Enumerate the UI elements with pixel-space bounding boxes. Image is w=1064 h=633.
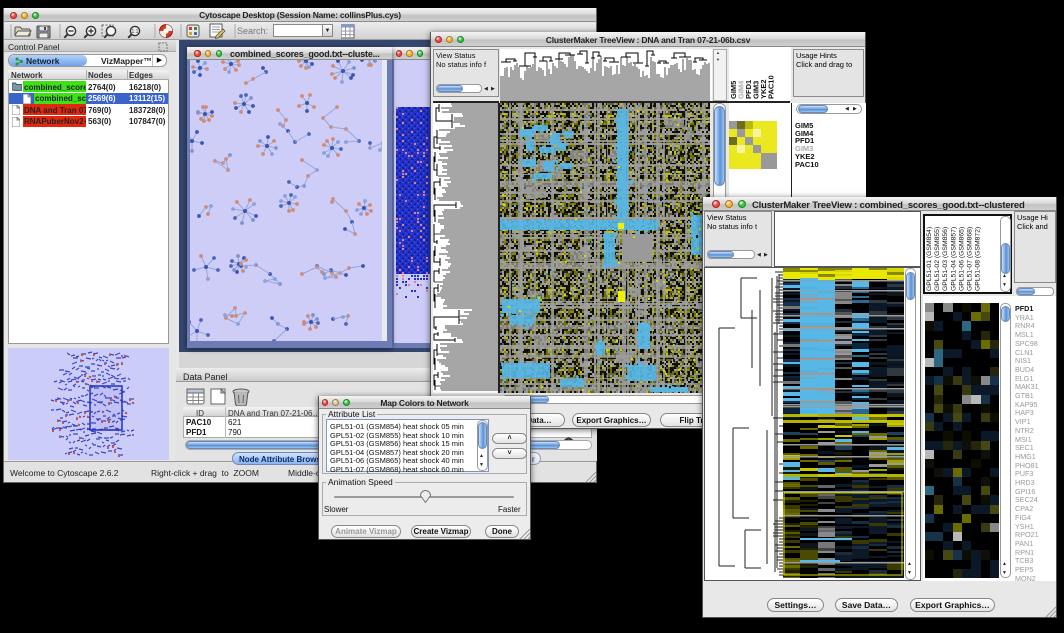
svg-text:PAC10: PAC10: [767, 75, 776, 99]
svg-text:GPL51-04 (GSM857): GPL51-04 (GSM857): [950, 227, 957, 291]
svg-text:GPL51-02 (GSM855): GPL51-02 (GSM855): [934, 227, 941, 291]
svg-text:GPL51-08 (GSM872): GPL51-08 (GSM872): [975, 227, 982, 291]
svg-text:GPL51-07 (GSM868): GPL51-07 (GSM868): [967, 227, 974, 291]
svg-text:GPL51-03 (GSM856): GPL51-03 (GSM856): [942, 227, 949, 291]
svg-text:GPL51-01 (GSM854): GPL51-01 (GSM854): [926, 227, 933, 291]
svg-text:1:1: 1:1: [132, 29, 139, 35]
svg-text:GPL51-06 (GSM865): GPL51-06 (GSM865): [958, 227, 965, 291]
